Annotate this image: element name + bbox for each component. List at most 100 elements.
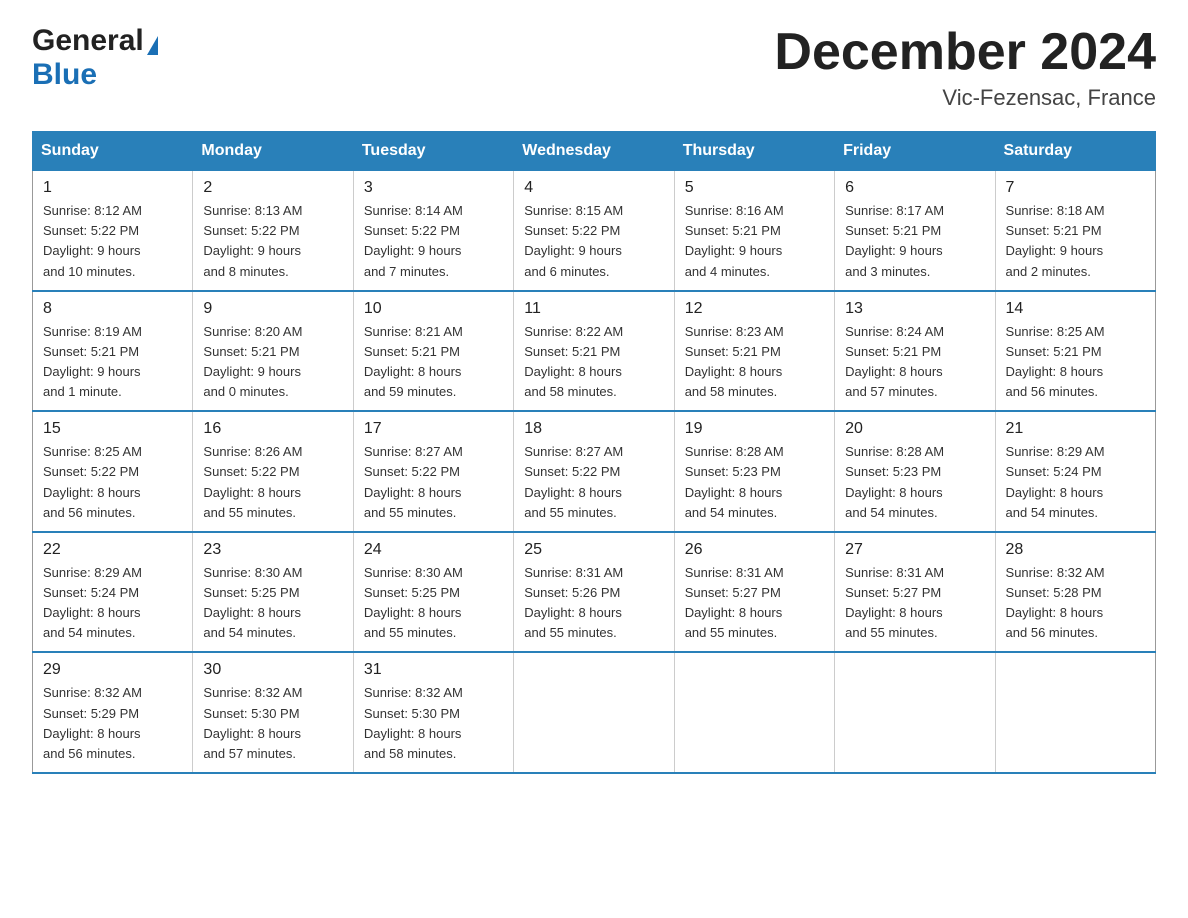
calendar-cell <box>995 652 1155 773</box>
logo-arrow-icon <box>147 36 158 55</box>
sunrise-text: Sunrise: 8:22 AM <box>524 324 623 339</box>
sunrise-text: Sunrise: 8:32 AM <box>364 685 463 700</box>
calendar-cell: 20 Sunrise: 8:28 AM Sunset: 5:23 PM Dayl… <box>835 411 995 532</box>
calendar-cell: 9 Sunrise: 8:20 AM Sunset: 5:21 PM Dayli… <box>193 291 353 412</box>
sunrise-text: Sunrise: 8:19 AM <box>43 324 142 339</box>
daylight-text2: and 3 minutes. <box>845 264 930 279</box>
sunset-text: Sunset: 5:21 PM <box>845 344 941 359</box>
day-number: 18 <box>524 420 663 438</box>
sunrise-text: Sunrise: 8:25 AM <box>43 444 142 459</box>
sunset-text: Sunset: 5:21 PM <box>845 223 941 238</box>
daylight-text2: and 10 minutes. <box>43 264 136 279</box>
daylight-text: Daylight: 9 hours <box>203 364 301 379</box>
day-info: Sunrise: 8:25 AM Sunset: 5:21 PM Dayligh… <box>1006 322 1145 403</box>
sunset-text: Sunset: 5:23 PM <box>685 464 781 479</box>
calendar-cell: 10 Sunrise: 8:21 AM Sunset: 5:21 PM Dayl… <box>353 291 513 412</box>
sunset-text: Sunset: 5:27 PM <box>845 585 941 600</box>
sunrise-text: Sunrise: 8:28 AM <box>685 444 784 459</box>
sunset-text: Sunset: 5:23 PM <box>845 464 941 479</box>
daylight-text2: and 54 minutes. <box>685 505 778 520</box>
calendar-cell: 27 Sunrise: 8:31 AM Sunset: 5:27 PM Dayl… <box>835 532 995 653</box>
sunset-text: Sunset: 5:21 PM <box>685 223 781 238</box>
day-number: 27 <box>845 541 984 559</box>
daylight-text2: and 59 minutes. <box>364 384 457 399</box>
sunset-text: Sunset: 5:21 PM <box>1006 344 1102 359</box>
day-info: Sunrise: 8:28 AM Sunset: 5:23 PM Dayligh… <box>845 442 984 523</box>
daylight-text2: and 6 minutes. <box>524 264 609 279</box>
day-number: 17 <box>364 420 503 438</box>
day-info: Sunrise: 8:21 AM Sunset: 5:21 PM Dayligh… <box>364 322 503 403</box>
header-saturday: Saturday <box>995 132 1155 171</box>
day-info: Sunrise: 8:31 AM Sunset: 5:26 PM Dayligh… <box>524 563 663 644</box>
day-info: Sunrise: 8:30 AM Sunset: 5:25 PM Dayligh… <box>364 563 503 644</box>
sunrise-text: Sunrise: 8:30 AM <box>203 565 302 580</box>
sunset-text: Sunset: 5:24 PM <box>1006 464 1102 479</box>
daylight-text: Daylight: 8 hours <box>203 605 301 620</box>
daylight-text2: and 54 minutes. <box>43 625 136 640</box>
day-info: Sunrise: 8:22 AM Sunset: 5:21 PM Dayligh… <box>524 322 663 403</box>
calendar-cell: 3 Sunrise: 8:14 AM Sunset: 5:22 PM Dayli… <box>353 171 513 291</box>
daylight-text: Daylight: 8 hours <box>1006 364 1104 379</box>
daylight-text: Daylight: 9 hours <box>845 243 943 258</box>
day-number: 28 <box>1006 541 1145 559</box>
sunset-text: Sunset: 5:25 PM <box>203 585 299 600</box>
sunrise-text: Sunrise: 8:21 AM <box>364 324 463 339</box>
day-info: Sunrise: 8:32 AM Sunset: 5:29 PM Dayligh… <box>43 683 182 764</box>
header-thursday: Thursday <box>674 132 834 171</box>
title-block: December 2024 Vic-Fezensac, France <box>774 24 1156 111</box>
day-number: 15 <box>43 420 182 438</box>
calendar-cell: 15 Sunrise: 8:25 AM Sunset: 5:22 PM Dayl… <box>33 411 193 532</box>
sunset-text: Sunset: 5:24 PM <box>43 585 139 600</box>
sunrise-text: Sunrise: 8:30 AM <box>364 565 463 580</box>
sunset-text: Sunset: 5:22 PM <box>203 464 299 479</box>
day-info: Sunrise: 8:27 AM Sunset: 5:22 PM Dayligh… <box>364 442 503 523</box>
day-number: 5 <box>685 179 824 197</box>
day-number: 11 <box>524 300 663 318</box>
daylight-text: Daylight: 8 hours <box>845 485 943 500</box>
day-info: Sunrise: 8:19 AM Sunset: 5:21 PM Dayligh… <box>43 322 182 403</box>
calendar-cell: 13 Sunrise: 8:24 AM Sunset: 5:21 PM Dayl… <box>835 291 995 412</box>
header-monday: Monday <box>193 132 353 171</box>
daylight-text2: and 56 minutes. <box>43 746 136 761</box>
sunrise-text: Sunrise: 8:27 AM <box>364 444 463 459</box>
daylight-text: Daylight: 9 hours <box>203 243 301 258</box>
day-number: 23 <box>203 541 342 559</box>
day-number: 10 <box>364 300 503 318</box>
daylight-text2: and 58 minutes. <box>685 384 778 399</box>
calendar-cell: 16 Sunrise: 8:26 AM Sunset: 5:22 PM Dayl… <box>193 411 353 532</box>
logo-line-2: Blue <box>32 58 97 92</box>
calendar-cell: 11 Sunrise: 8:22 AM Sunset: 5:21 PM Dayl… <box>514 291 674 412</box>
daylight-text: Daylight: 9 hours <box>1006 243 1104 258</box>
day-number: 30 <box>203 661 342 679</box>
day-info: Sunrise: 8:32 AM Sunset: 5:28 PM Dayligh… <box>1006 563 1145 644</box>
sunset-text: Sunset: 5:21 PM <box>43 344 139 359</box>
sunset-text: Sunset: 5:28 PM <box>1006 585 1102 600</box>
day-number: 25 <box>524 541 663 559</box>
day-info: Sunrise: 8:31 AM Sunset: 5:27 PM Dayligh… <box>685 563 824 644</box>
calendar-cell: 24 Sunrise: 8:30 AM Sunset: 5:25 PM Dayl… <box>353 532 513 653</box>
daylight-text: Daylight: 8 hours <box>524 364 622 379</box>
calendar-cell: 28 Sunrise: 8:32 AM Sunset: 5:28 PM Dayl… <box>995 532 1155 653</box>
sunrise-text: Sunrise: 8:32 AM <box>203 685 302 700</box>
day-number: 3 <box>364 179 503 197</box>
calendar-week-row: 29 Sunrise: 8:32 AM Sunset: 5:29 PM Dayl… <box>33 652 1156 773</box>
day-info: Sunrise: 8:23 AM Sunset: 5:21 PM Dayligh… <box>685 322 824 403</box>
sunrise-text: Sunrise: 8:32 AM <box>43 685 142 700</box>
sunrise-text: Sunrise: 8:26 AM <box>203 444 302 459</box>
day-number: 26 <box>685 541 824 559</box>
header-friday: Friday <box>835 132 995 171</box>
daylight-text2: and 57 minutes. <box>203 746 296 761</box>
daylight-text: Daylight: 8 hours <box>203 485 301 500</box>
day-info: Sunrise: 8:30 AM Sunset: 5:25 PM Dayligh… <box>203 563 342 644</box>
day-number: 24 <box>364 541 503 559</box>
daylight-text: Daylight: 8 hours <box>43 726 141 741</box>
logo-blue-text: Blue <box>32 58 97 91</box>
day-number: 4 <box>524 179 663 197</box>
sunrise-text: Sunrise: 8:29 AM <box>1006 444 1105 459</box>
location-text: Vic-Fezensac, France <box>774 85 1156 111</box>
daylight-text: Daylight: 9 hours <box>43 243 141 258</box>
day-number: 19 <box>685 420 824 438</box>
calendar-cell: 19 Sunrise: 8:28 AM Sunset: 5:23 PM Dayl… <box>674 411 834 532</box>
day-number: 2 <box>203 179 342 197</box>
calendar-cell: 29 Sunrise: 8:32 AM Sunset: 5:29 PM Dayl… <box>33 652 193 773</box>
